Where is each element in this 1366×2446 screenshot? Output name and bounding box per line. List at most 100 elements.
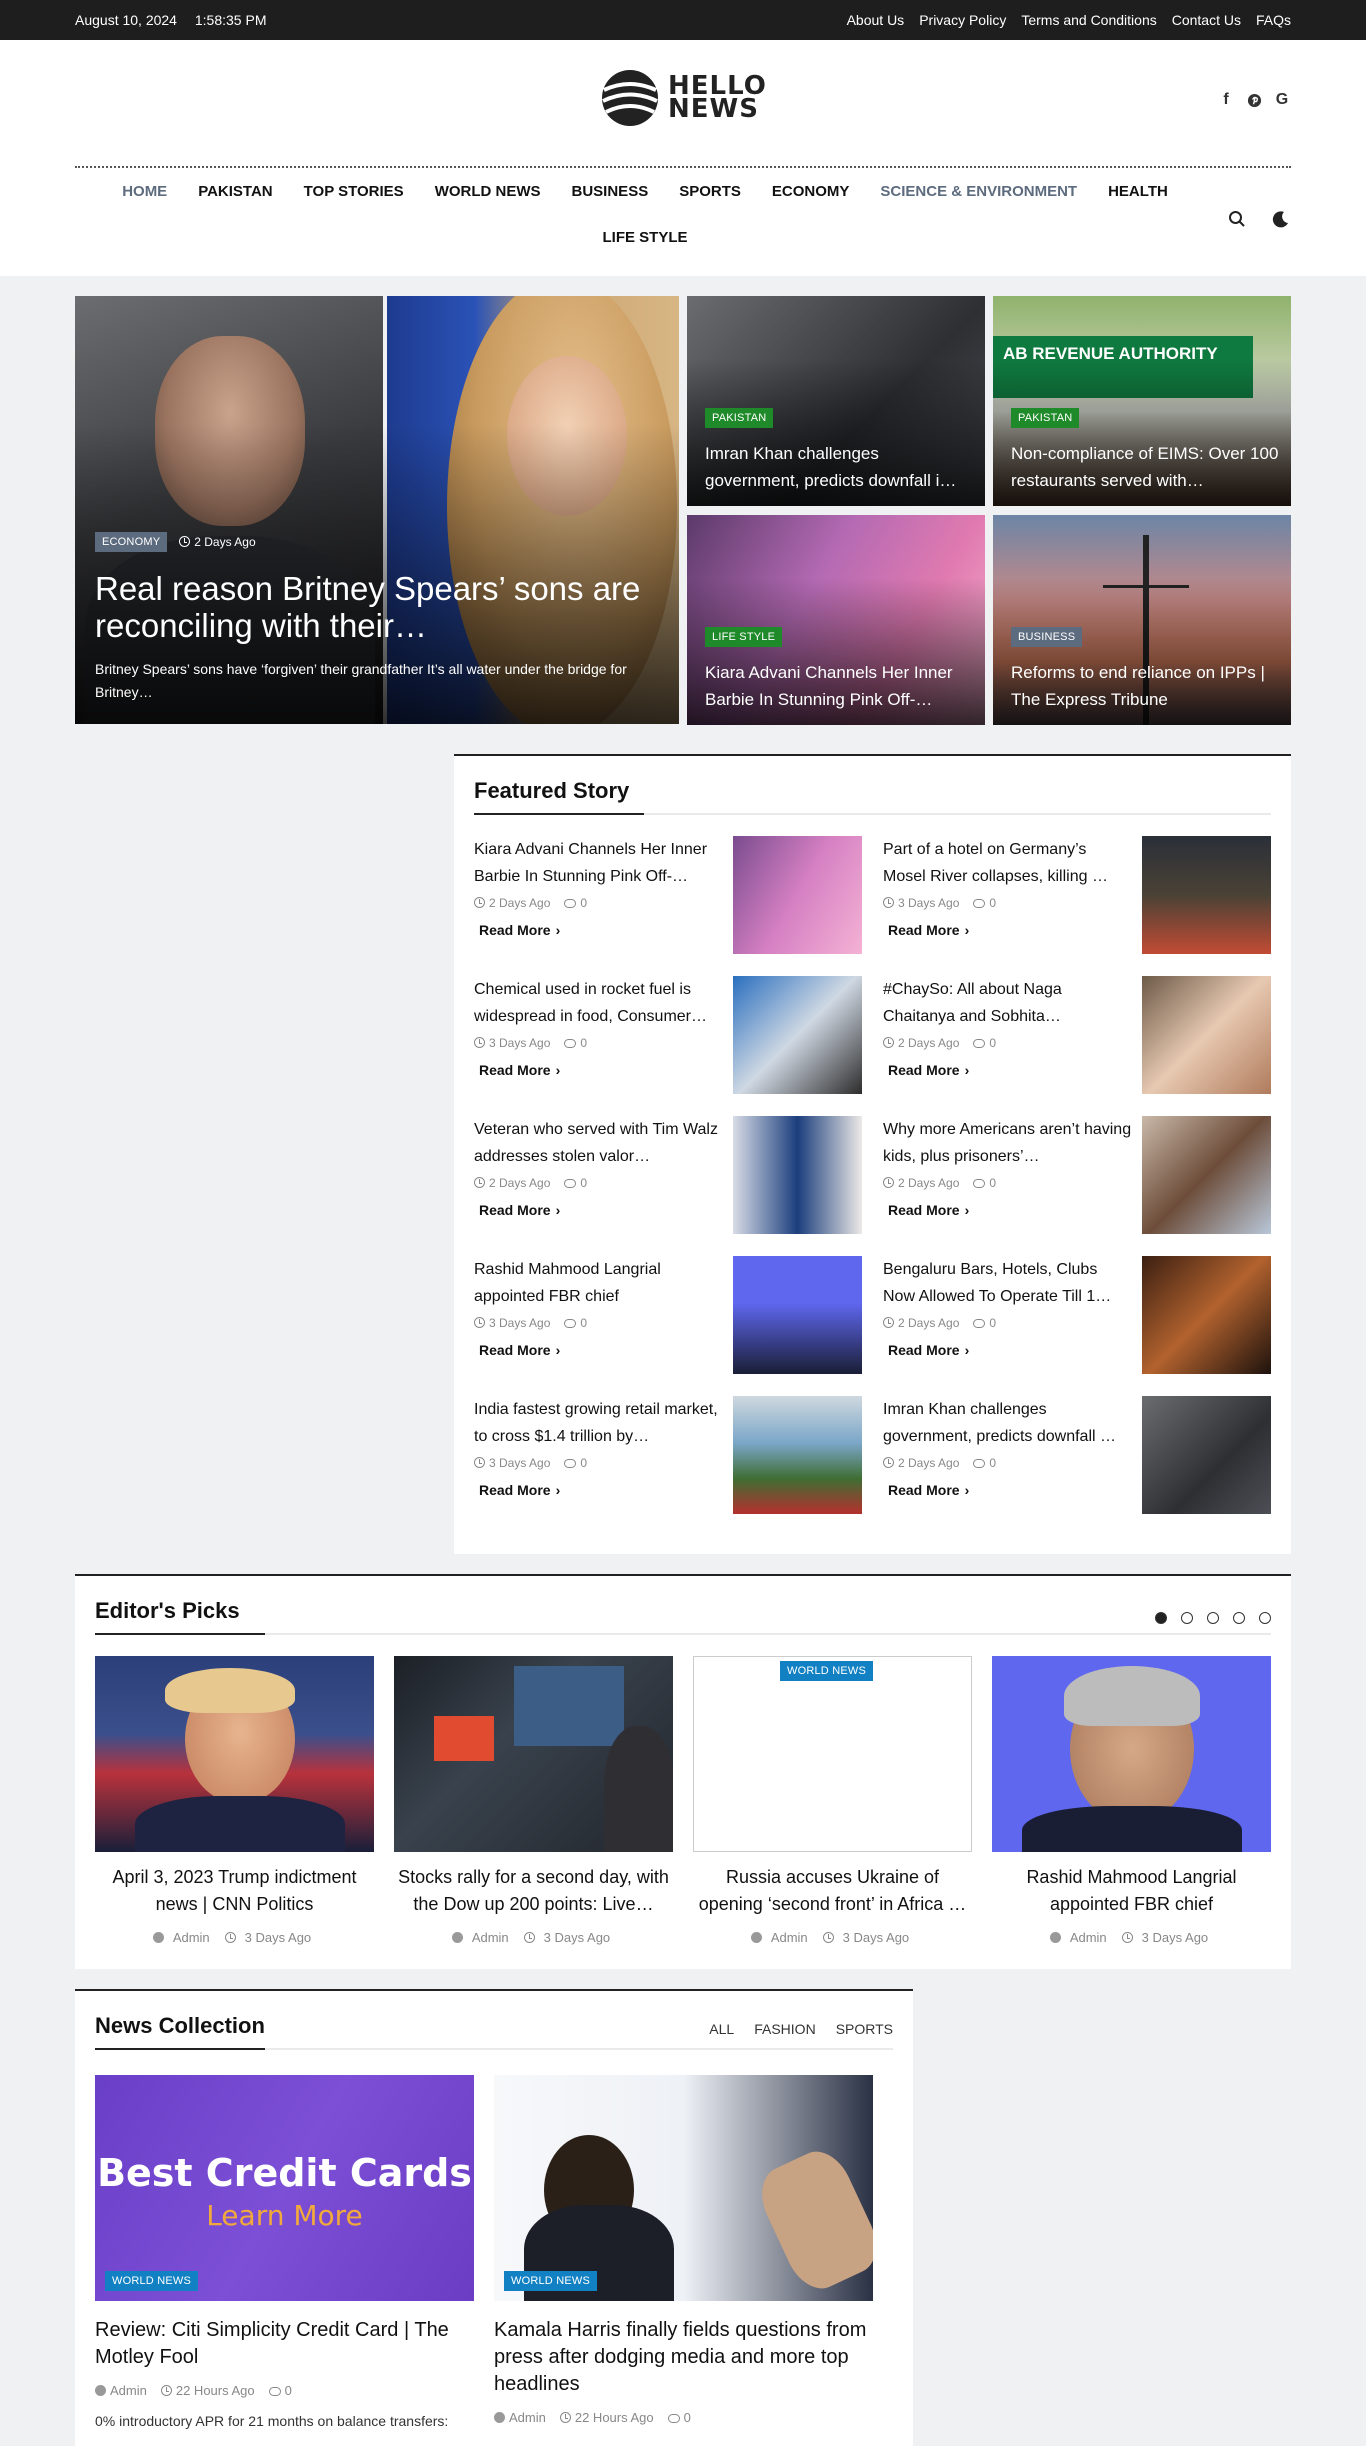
carousel-dot[interactable] (1155, 1612, 1167, 1624)
category-badge[interactable]: WORLD NEWS (780, 1661, 873, 1681)
card-title[interactable]: Kamala Harris finally fields questions f… (494, 2317, 873, 2398)
category-badge[interactable]: WORLD NEWS (504, 2271, 597, 2291)
read-more-link[interactable]: Read More › (883, 1062, 1133, 1078)
facebook-icon[interactable]: f (1218, 91, 1234, 108)
featured-item-title[interactable]: Kiara Advani Channels Her Inner Barbie I… (474, 836, 724, 890)
hero-tile[interactable]: LIFE STYLE Kiara Advani Channels Her Inn… (687, 515, 985, 725)
editor-card[interactable]: April 3, 2023 Trump indictment news | CN… (95, 1656, 374, 1945)
featured-item-thumbnail[interactable] (733, 1396, 862, 1514)
featured-item[interactable]: Veteran who served with Tim Walz address… (474, 1116, 862, 1234)
carousel-dot[interactable] (1233, 1612, 1245, 1624)
card-title[interactable]: Russia accuses Ukraine of opening ‘secon… (693, 1864, 972, 1918)
contact-us-link[interactable]: Contact Us (1172, 12, 1241, 28)
featured-item-title[interactable]: Part of a hotel on Germany’s Mosel River… (883, 836, 1133, 890)
featured-item[interactable]: Why more Americans aren’t having kids, p… (883, 1116, 1271, 1234)
collection-card[interactable]: WORLD NEWS Kamala Harris finally fields … (494, 2075, 873, 2425)
carousel-dot[interactable] (1181, 1612, 1193, 1624)
nav-science-environment[interactable]: SCIENCE & ENVIRONMENT (880, 183, 1077, 200)
card-title[interactable]: Rashid Mahmood Langrial appointed FBR ch… (992, 1864, 1271, 1918)
read-more-link[interactable]: Read More › (883, 922, 1133, 938)
editor-card[interactable]: Stocks rally for a second day, with the … (394, 1656, 673, 1945)
featured-item[interactable]: India fastest growing retail market, to … (474, 1396, 862, 1514)
tile-title[interactable]: Non-compliance of EIMS: Over 100 restaur… (1011, 440, 1281, 494)
pinterest-icon[interactable] (1246, 92, 1262, 108)
read-more-link[interactable]: Read More › (883, 1482, 1133, 1498)
card-image[interactable] (95, 1656, 374, 1852)
category-badge[interactable]: ECONOMY (95, 532, 168, 552)
read-more-link[interactable]: Read More › (474, 1062, 724, 1078)
category-badge[interactable]: PAKISTAN (705, 408, 774, 428)
nav-top-stories[interactable]: TOP STORIES (304, 183, 404, 200)
featured-item-title[interactable]: #ChaySo: All about Naga Chaitanya and So… (883, 976, 1133, 1030)
about-us-link[interactable]: About Us (847, 12, 905, 28)
faqs-link[interactable]: FAQs (1256, 12, 1291, 28)
collection-card[interactable]: Best Credit Cards Learn More WORLD NEWS … (95, 2075, 474, 2432)
google-icon[interactable]: G (1274, 91, 1290, 108)
featured-item[interactable]: Kiara Advani Channels Her Inner Barbie I… (474, 836, 862, 954)
read-more-link[interactable]: Read More › (474, 1342, 724, 1358)
featured-item-thumbnail[interactable] (733, 836, 862, 954)
card-title[interactable]: Review: Citi Simplicity Credit Card | Th… (95, 2317, 474, 2371)
category-badge[interactable]: WORLD NEWS (105, 2271, 198, 2291)
card-image[interactable] (992, 1656, 1271, 1852)
featured-item-thumbnail[interactable] (1142, 976, 1271, 1094)
featured-item[interactable]: #ChaySo: All about Naga Chaitanya and So… (883, 976, 1271, 1094)
hero-tile[interactable]: BUSINESS Reforms to end reliance on IPPs… (993, 515, 1291, 725)
featured-item-thumbnail[interactable] (1142, 836, 1271, 954)
nav-health[interactable]: HEALTH (1108, 183, 1168, 200)
tile-title[interactable]: Reforms to end reliance on IPPs | The Ex… (1011, 659, 1281, 713)
site-logo[interactable]: HELLO NEWS (600, 68, 767, 128)
tab-all[interactable]: ALL (709, 2021, 734, 2037)
nav-life-style[interactable]: LIFE STYLE (602, 229, 687, 246)
read-more-link[interactable]: Read More › (474, 1482, 724, 1498)
featured-item-title[interactable]: Chemical used in rocket fuel is widespre… (474, 976, 724, 1030)
featured-item-thumbnail[interactable] (1142, 1396, 1271, 1514)
nav-world-news[interactable]: WORLD NEWS (435, 183, 541, 200)
featured-item-thumbnail[interactable] (733, 976, 862, 1094)
featured-item-title[interactable]: Veteran who served with Tim Walz address… (474, 1116, 724, 1170)
read-more-link[interactable]: Read More › (474, 922, 724, 938)
featured-item-title[interactable]: Imran Khan challenges government, predic… (883, 1396, 1133, 1450)
tab-sports[interactable]: SPORTS (836, 2021, 893, 2037)
featured-item-thumbnail[interactable] (733, 1116, 862, 1234)
card-image[interactable]: WORLD NEWS (494, 2075, 873, 2301)
featured-item[interactable]: Part of a hotel on Germany’s Mosel River… (883, 836, 1271, 954)
featured-item-title[interactable]: India fastest growing retail market, to … (474, 1396, 724, 1450)
card-image[interactable]: Best Credit Cards Learn More WORLD NEWS (95, 2075, 474, 2301)
category-badge[interactable]: LIFE STYLE (705, 627, 783, 647)
featured-item-thumbnail[interactable] (1142, 1256, 1271, 1374)
hero-title[interactable]: Real reason Britney Spears’ sons are rec… (95, 570, 655, 644)
category-badge[interactable]: PAKISTAN (1011, 408, 1080, 428)
card-image[interactable]: WORLD NEWS (693, 1656, 972, 1852)
terms-link[interactable]: Terms and Conditions (1021, 12, 1156, 28)
nav-economy[interactable]: ECONOMY (772, 183, 850, 200)
tile-title[interactable]: Imran Khan challenges government, predic… (705, 440, 975, 494)
search-icon[interactable] (1228, 210, 1246, 228)
card-image[interactable] (394, 1656, 673, 1852)
hero-main-story[interactable]: ECONOMY 2 Days Ago Real reason Britney S… (75, 296, 679, 724)
nav-business[interactable]: BUSINESS (572, 183, 649, 200)
featured-item-title[interactable]: Bengaluru Bars, Hotels, Clubs Now Allowe… (883, 1256, 1133, 1310)
privacy-policy-link[interactable]: Privacy Policy (919, 12, 1006, 28)
nav-pakistan[interactable]: PAKISTAN (198, 183, 272, 200)
tile-title[interactable]: Kiara Advani Channels Her Inner Barbie I… (705, 659, 975, 713)
featured-item[interactable]: Bengaluru Bars, Hotels, Clubs Now Allowe… (883, 1256, 1271, 1374)
hero-tile[interactable]: AB REVENUE AUTHORITY PAKISTAN Non-compli… (993, 296, 1291, 506)
featured-item-thumbnail[interactable] (733, 1256, 862, 1374)
featured-item-title[interactable]: Rashid Mahmood Langrial appointed FBR ch… (474, 1256, 724, 1310)
hero-tile[interactable]: PAKISTAN Imran Khan challenges governmen… (687, 296, 985, 506)
dark-mode-moon-icon[interactable] (1272, 210, 1290, 228)
carousel-dot[interactable] (1259, 1612, 1271, 1624)
carousel-dot[interactable] (1207, 1612, 1219, 1624)
featured-item-title[interactable]: Why more Americans aren’t having kids, p… (883, 1116, 1133, 1170)
read-more-link[interactable]: Read More › (883, 1342, 1133, 1358)
featured-item[interactable]: Chemical used in rocket fuel is widespre… (474, 976, 862, 1094)
card-title[interactable]: April 3, 2023 Trump indictment news | CN… (95, 1864, 374, 1918)
category-badge[interactable]: BUSINESS (1011, 627, 1083, 647)
read-more-link[interactable]: Read More › (883, 1202, 1133, 1218)
nav-home[interactable]: HOME (122, 183, 167, 200)
featured-item[interactable]: Imran Khan challenges government, predic… (883, 1396, 1271, 1514)
nav-sports[interactable]: SPORTS (679, 183, 741, 200)
editor-card[interactable]: Rashid Mahmood Langrial appointed FBR ch… (992, 1656, 1271, 1945)
featured-item-thumbnail[interactable] (1142, 1116, 1271, 1234)
